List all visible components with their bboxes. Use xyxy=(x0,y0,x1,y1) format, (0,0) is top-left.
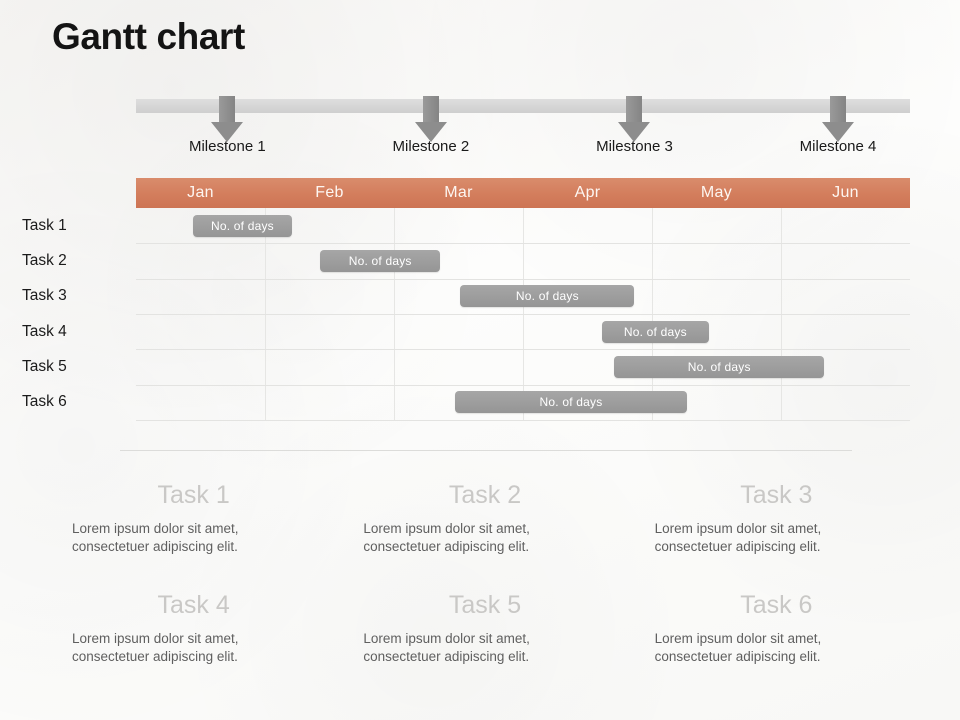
milestone-label: Milestone 4 xyxy=(799,138,877,155)
task-bar-5[interactable]: No. of days xyxy=(614,356,825,378)
month-cell-jun: Jun xyxy=(832,184,859,201)
task-description-title: Task 4 xyxy=(157,591,230,619)
task-bar-label: No. of days xyxy=(515,289,579,304)
task-description-title: Task 2 xyxy=(448,481,522,509)
milestone-label: Milestone 3 xyxy=(596,138,673,155)
task-description-body: Lorem ipsum dolor sit amet, consectetuer… xyxy=(654,521,822,554)
task-bar-6[interactable]: No. of days xyxy=(454,391,688,414)
task-description-4: Task 4 Lorem ipsum dolor sit amet, consec… xyxy=(50,584,337,666)
task-bar-label: No. of days xyxy=(348,254,412,268)
milestone-1[interactable]: Milestone 1 xyxy=(157,96,297,155)
task-bar-1[interactable]: No. of days xyxy=(192,214,293,237)
task-bar-2[interactable]: No. of days xyxy=(320,250,441,272)
milestone-timeline: Milestone 1 Milestone 2 Milestone 3 Milesto… xyxy=(0,96,960,166)
task-label-2: Task 2 xyxy=(22,252,67,269)
milestone-3[interactable]: Milestone 3 xyxy=(564,96,704,155)
task-label-3: Task 3 xyxy=(22,287,67,305)
milestone-arrow-down-icon xyxy=(157,96,297,142)
task-description-title: Task 1 xyxy=(157,481,230,509)
milestone-arrow-down-icon xyxy=(361,96,501,142)
horizontal-gridline xyxy=(136,243,910,245)
horizontal-gridline xyxy=(136,278,910,280)
milestone-arrow-down-icon xyxy=(768,96,908,142)
task-bar-label: No. of days xyxy=(623,324,687,339)
month-header-row: Jan Feb Mar Apr May Jun xyxy=(136,178,910,208)
task-label-1: Task 1 xyxy=(22,216,67,234)
gantt-chart: Jan Feb Mar Apr May Jun Task 1 No. of days Task… xyxy=(22,178,910,421)
task-description-body: Lorem ipsum dolor sit amet, consectetuer… xyxy=(363,521,530,554)
horizontal-gridline xyxy=(136,314,910,315)
milestone-arrow-down-icon xyxy=(564,96,704,142)
task-description-body: Lorem ipsum dolor sit amet, consectetuer… xyxy=(363,631,530,664)
task-description-body: Lorem ipsum dolor sit amet, consectetuer… xyxy=(72,631,239,664)
task-description-title: Task 6 xyxy=(740,591,813,619)
task-label-4: Task 4 xyxy=(22,322,67,340)
milestone-label: Milestone 1 xyxy=(188,138,266,155)
horizontal-gridline xyxy=(136,384,910,386)
month-cell-apr: Apr xyxy=(574,184,601,201)
task-label-5: Task 5 xyxy=(22,358,67,375)
task-bar-label: No. of days xyxy=(687,360,751,374)
milestone-2[interactable]: Milestone 2 xyxy=(361,96,501,155)
task-description-6: Task 6 Lorem ipsum dolor sit amet, consec… xyxy=(633,584,920,666)
task-description-5: Task 5 Lorem ipsum dolor sit amet, consec… xyxy=(341,584,628,666)
task-description-grid: Task 1 Lorem ipsum dolor sit amet, consec… xyxy=(50,474,920,666)
task-description-2: Task 2 Lorem ipsum dolor sit amet, consec… xyxy=(341,474,628,556)
task-bar-label: No. of days xyxy=(539,395,603,410)
milestone-label: Milestone 2 xyxy=(392,138,470,155)
month-cell-jan: Jan xyxy=(187,184,214,201)
slide-canvas: Gantt chart Milestone 1 Milestone 2 Milest… xyxy=(0,0,960,720)
task-label-6: Task 6 xyxy=(22,393,67,411)
task-description-title: Task 5 xyxy=(448,591,522,619)
month-cell-feb: Feb xyxy=(315,184,344,201)
task-description-title: Task 3 xyxy=(740,481,813,509)
task-description-body: Lorem ipsum dolor sit amet, consectetuer… xyxy=(654,631,822,664)
task-bar-4[interactable]: No. of days xyxy=(601,320,709,343)
milestone-4[interactable]: Milestone 4 xyxy=(768,96,908,155)
horizontal-gridline xyxy=(136,349,910,351)
task-description-body: Lorem ipsum dolor sit amet, consectetuer… xyxy=(72,521,239,554)
task-description-1: Task 1 Lorem ipsum dolor sit amet, consec… xyxy=(50,474,337,556)
month-cell-may: May xyxy=(700,184,733,201)
task-bar-label: No. of days xyxy=(210,218,274,233)
horizontal-gridline xyxy=(136,420,910,421)
task-description-3: Task 3 Lorem ipsum dolor sit amet, consec… xyxy=(633,474,920,556)
month-cell-mar: Mar xyxy=(444,184,473,201)
gantt-plot-area: Task 1 No. of days Task 2 No. of days Task 3… xyxy=(22,208,910,421)
task-bar-3[interactable]: No. of days xyxy=(460,285,635,308)
section-divider xyxy=(120,450,852,451)
page-title: Gantt chart xyxy=(52,16,245,57)
